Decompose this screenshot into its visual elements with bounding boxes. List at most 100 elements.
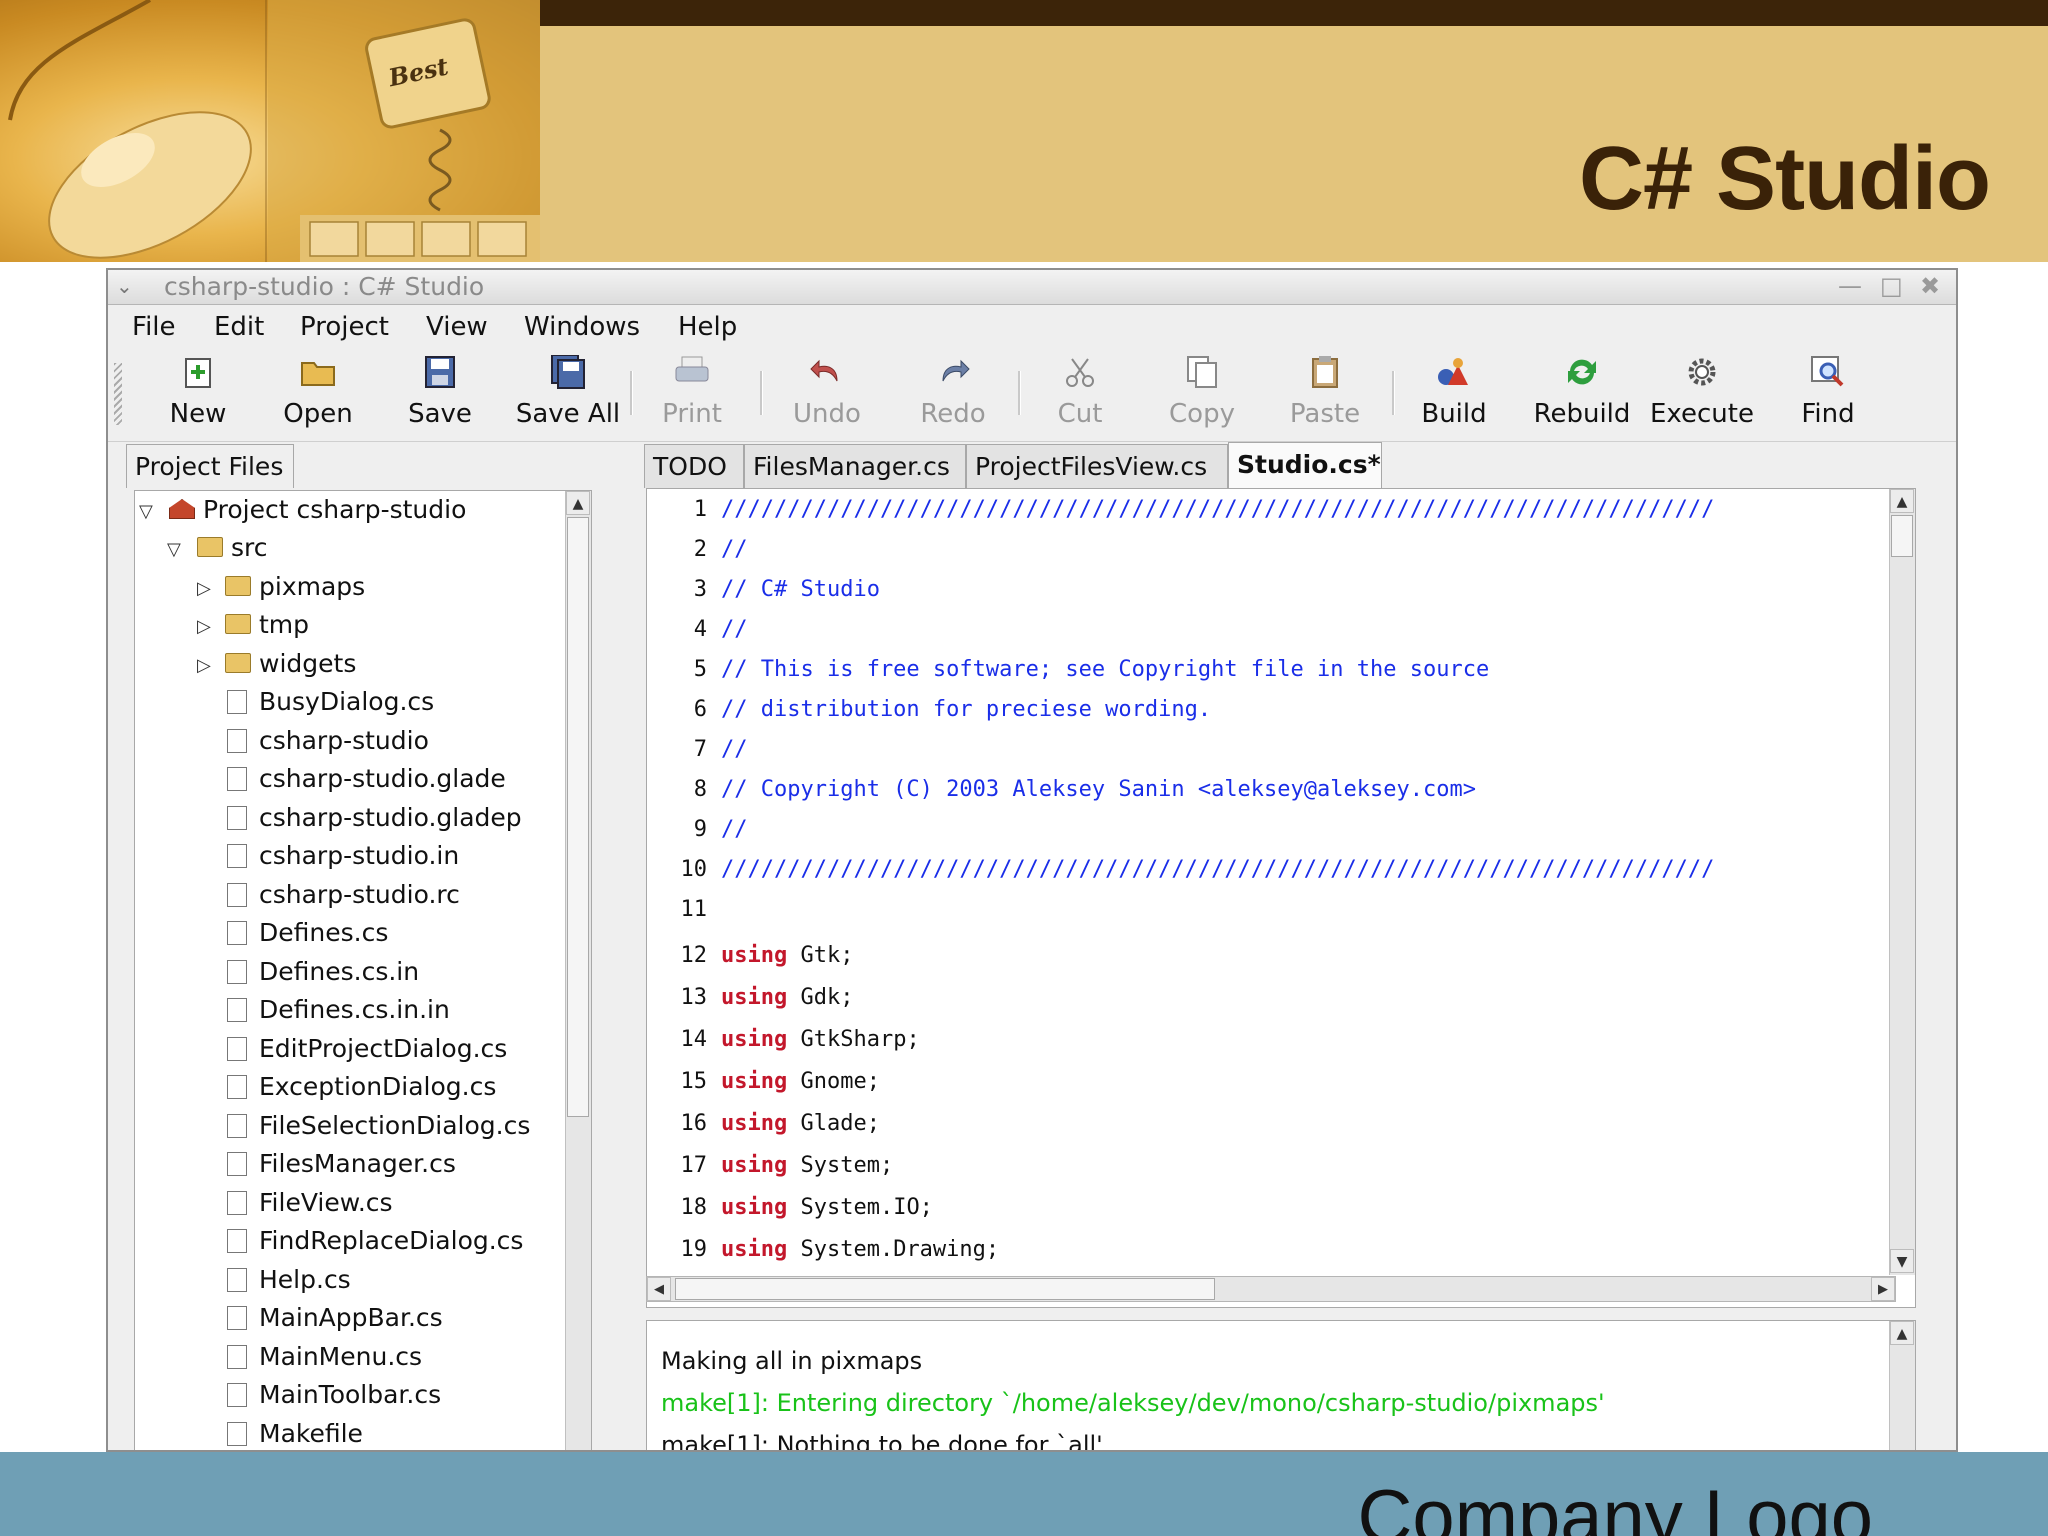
identifier: System.Drawing; [787, 1237, 1000, 1262]
copy-button-label: Copy [1169, 399, 1235, 429]
file-icon [227, 1075, 247, 1099]
code-text: using Gtk; [721, 943, 853, 968]
hscroll-thumb[interactable] [675, 1278, 1215, 1300]
tree-item-label: Help.cs [259, 1265, 351, 1294]
pane-splitter[interactable] [608, 494, 618, 1450]
menu-help[interactable]: Help [678, 312, 737, 342]
file-icon [227, 729, 247, 753]
menu-view[interactable]: View [426, 312, 488, 342]
tree-item-label: csharp-studio.glade [259, 764, 506, 793]
scroll-up-icon[interactable]: ▲ [566, 491, 590, 515]
cut-button[interactable]: Cut [1030, 353, 1130, 437]
code-text: // [721, 737, 748, 762]
tree-item-label: csharp-studio.rc [259, 880, 460, 909]
file-icon [227, 767, 247, 791]
file-icon [227, 1229, 247, 1253]
menu-file[interactable]: File [132, 312, 176, 342]
window-menu-icon[interactable]: ⌄ [116, 274, 133, 298]
toolbar-separator [1018, 371, 1021, 415]
scroll-thumb[interactable] [1891, 515, 1913, 557]
find-button[interactable]: Find [1778, 353, 1878, 437]
build-shapes-icon [1438, 358, 1468, 385]
menu-edit[interactable]: Edit [214, 312, 264, 342]
header-top-bar [540, 0, 2048, 26]
new-button[interactable]: New [148, 353, 248, 437]
open-folder-icon [301, 362, 335, 386]
editor-hscrollbar[interactable]: ◀ ▶ [646, 1276, 1896, 1302]
scroll-down-icon[interactable]: ▼ [1890, 1249, 1914, 1273]
output-line: make[1]: Nothing to be done for `all'. [661, 1431, 1111, 1452]
identifier: System.IO; [787, 1195, 933, 1220]
expand-arrow-icon[interactable]: ▷ [197, 616, 211, 637]
new-file-icon [185, 358, 211, 388]
tree-item-label: FileSelectionDialog.cs [259, 1111, 531, 1140]
tree-item-label: Defines.cs.in.in [259, 995, 450, 1024]
tree-item-label: src [231, 533, 268, 562]
code-editor[interactable]: 1///////////////////////////////////////… [646, 488, 1916, 1308]
collapse-arrow-icon[interactable]: ▽ [139, 501, 153, 522]
copy-icon [1187, 356, 1217, 388]
tab-projectfilesview[interactable]: ProjectFilesView.cs [966, 444, 1228, 488]
collapse-arrow-icon[interactable]: ▽ [167, 539, 181, 560]
menu-project-label: Project [300, 312, 389, 342]
identifier: Gnome; [787, 1069, 880, 1094]
scissors-icon [1066, 358, 1094, 387]
editor-scrollbar[interactable]: ▲ ▼ [1889, 489, 1915, 1275]
output-scrollbar[interactable]: ▲ [1889, 1321, 1915, 1450]
identifier: GtkSharp; [787, 1027, 920, 1052]
expand-arrow-icon[interactable]: ▷ [197, 578, 211, 599]
tree-item-label: Defines.cs.in [259, 957, 420, 986]
tree-item-label: pixmaps [259, 572, 366, 601]
tab-studio[interactable]: Studio.cs* [1228, 442, 1382, 488]
copy-button[interactable]: Copy [1142, 353, 1262, 437]
line-number: 6 [693, 697, 707, 722]
menu-windows[interactable]: Windows [524, 312, 640, 342]
save-button[interactable]: Save [390, 353, 490, 437]
maximize-icon[interactable]: □ [1880, 272, 1903, 300]
menu-edit-label: Edit [214, 312, 265, 342]
toolbar-grip[interactable] [114, 363, 122, 425]
find-button-label: Find [1801, 399, 1855, 429]
menu-project[interactable]: Project [300, 312, 389, 342]
tab-todo[interactable]: TODO [644, 444, 744, 488]
code-text: // This is free software; see Copyright … [721, 657, 1490, 682]
line-number: 3 [693, 577, 707, 602]
identifier: Glade; [787, 1111, 880, 1136]
expand-arrow-icon[interactable]: ▷ [197, 655, 211, 676]
toolbar-separator [630, 371, 633, 415]
tab-project-files-label: Project Files [135, 452, 284, 481]
execute-button[interactable]: Execute [1644, 353, 1760, 437]
keyword: using [721, 1027, 788, 1052]
redo-button[interactable]: Redo [898, 353, 1008, 437]
close-icon[interactable]: ✖ [1920, 272, 1940, 300]
company-logo-text: Company Logo [1357, 1475, 1873, 1536]
tab-project-files[interactable]: Project Files [126, 444, 294, 488]
tree-scrollbar[interactable]: ▲ [565, 491, 591, 1450]
build-button[interactable]: Build [1404, 353, 1504, 437]
file-icon [227, 690, 247, 714]
tree-item-label: EditProjectDialog.cs [259, 1034, 508, 1063]
save-all-button[interactable]: Save All [508, 353, 628, 437]
scroll-right-icon[interactable]: ▶ [1871, 1277, 1895, 1301]
folder-icon [197, 537, 223, 557]
code-text: ////////////////////////////////////////… [721, 857, 1715, 882]
scroll-up-icon[interactable]: ▲ [1890, 489, 1914, 513]
paste-button[interactable]: Paste [1270, 353, 1380, 437]
build-output[interactable]: Making all in pixmaps make[1]: Entering … [646, 1320, 1916, 1452]
minimize-icon[interactable]: — [1838, 272, 1862, 300]
line-number: 7 [693, 737, 707, 762]
rebuild-button[interactable]: Rebuild [1524, 353, 1640, 437]
file-icon [227, 1191, 247, 1215]
tab-label: TODO [653, 452, 727, 481]
scroll-thumb[interactable] [567, 517, 589, 1117]
undo-button[interactable]: Undo [772, 353, 882, 437]
code-text: using System.Drawing; [721, 1237, 999, 1262]
tree-item-label: ExceptionDialog.cs [259, 1072, 497, 1101]
code-text: // [721, 817, 748, 842]
scroll-left-icon[interactable]: ◀ [647, 1277, 671, 1301]
tab-filesmanager[interactable]: FilesManager.cs [744, 444, 966, 488]
scroll-up-icon[interactable]: ▲ [1890, 1321, 1914, 1345]
print-button[interactable]: Print [642, 353, 742, 437]
open-button[interactable]: Open [268, 353, 368, 437]
tree-item-label: FileView.cs [259, 1188, 393, 1217]
